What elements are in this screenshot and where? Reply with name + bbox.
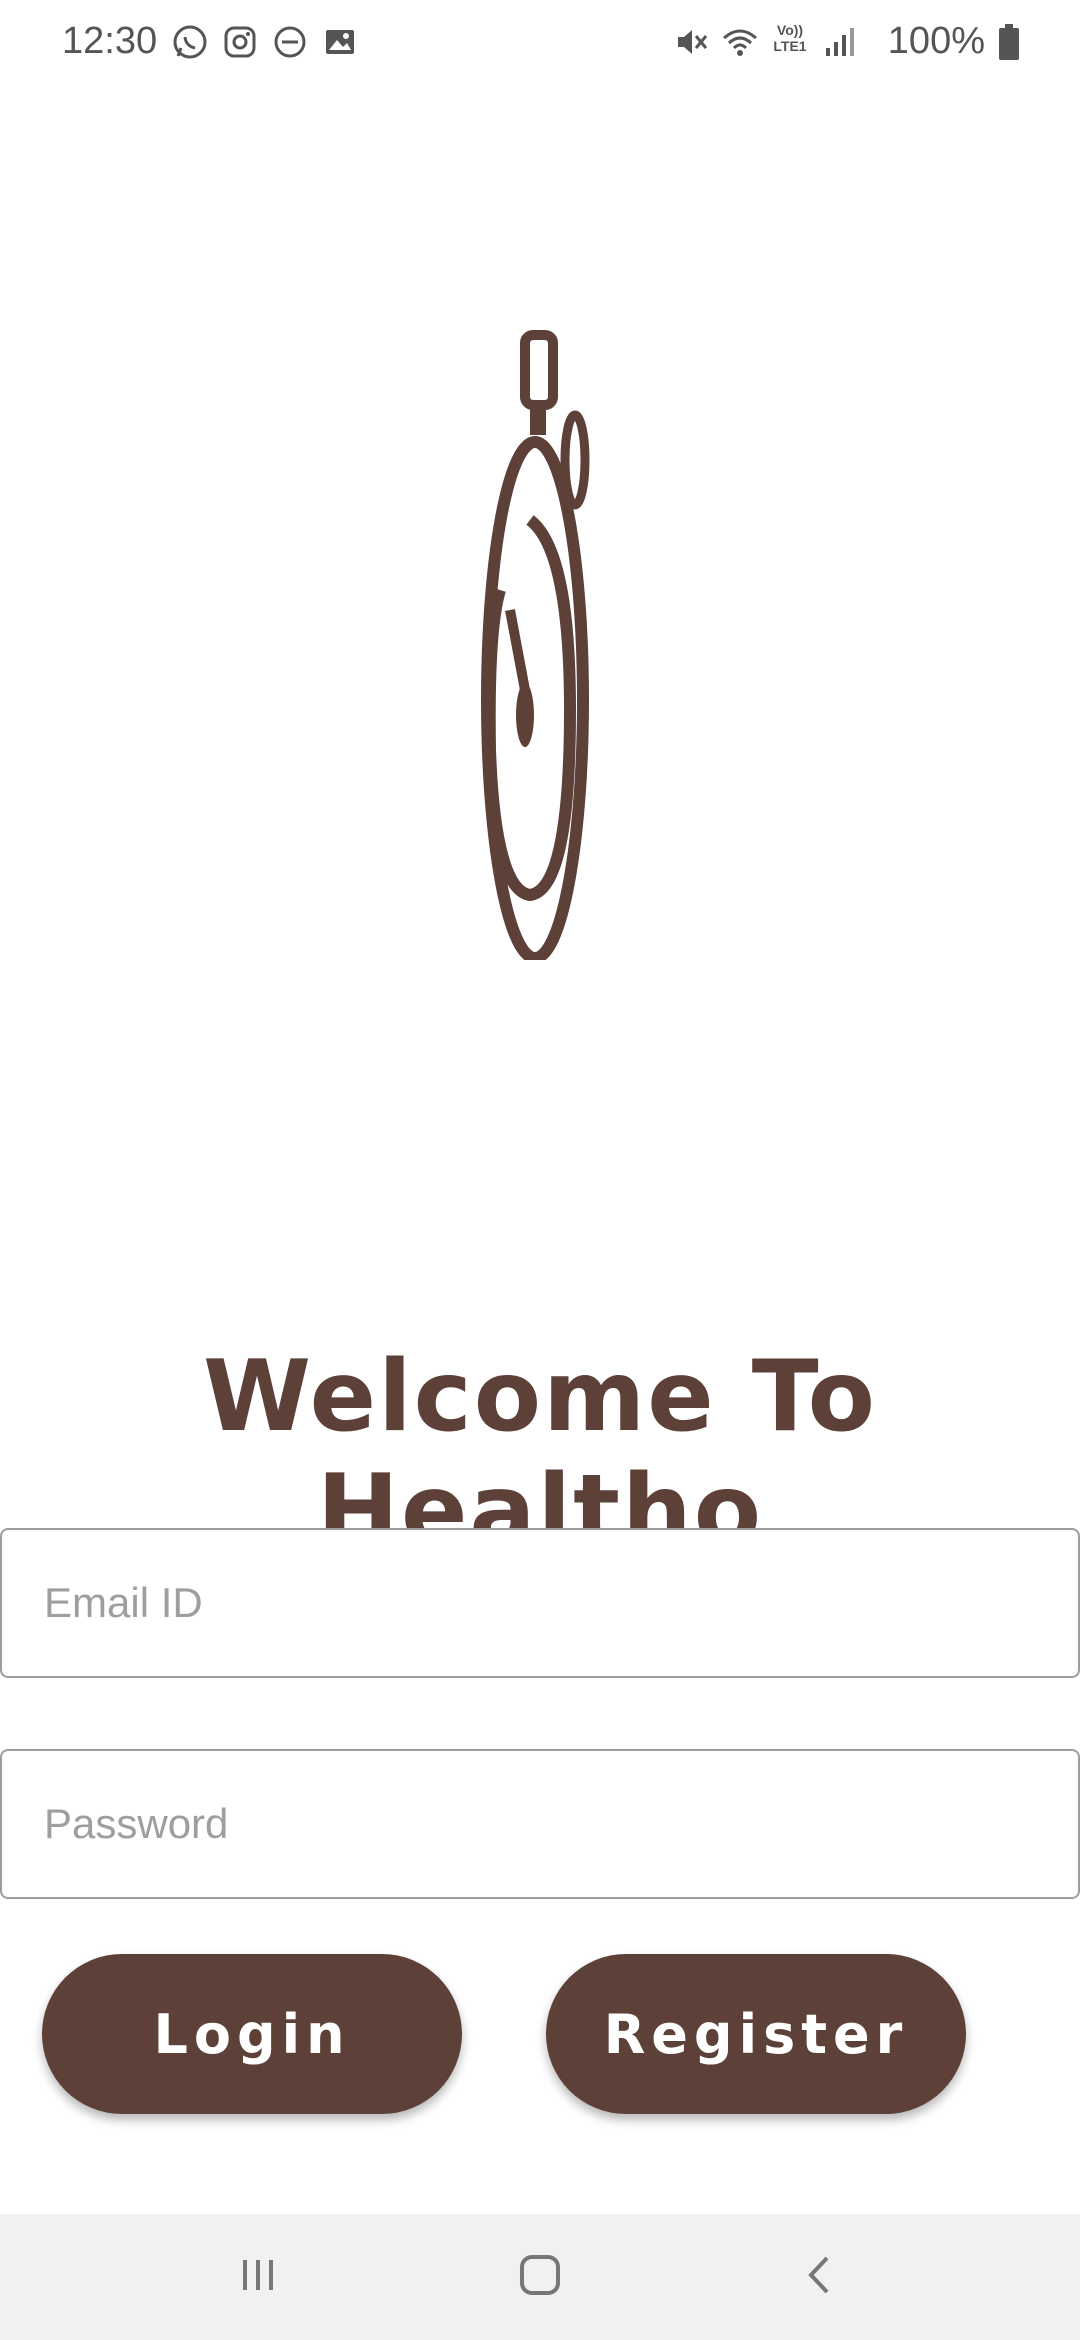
instagram-icon xyxy=(220,22,260,62)
home-button[interactable] xyxy=(480,2214,600,2340)
battery-icon xyxy=(998,24,1020,60)
gallery-icon xyxy=(320,22,360,62)
navigation-bar xyxy=(0,2214,1080,2340)
battery-percentage: 100% xyxy=(887,20,985,62)
password-input[interactable] xyxy=(44,1751,1044,1897)
stopwatch-icon xyxy=(470,330,600,964)
back-button[interactable] xyxy=(760,2214,880,2340)
back-icon xyxy=(795,2250,845,2305)
login-button[interactable]: Login xyxy=(42,1954,462,2114)
mute-icon xyxy=(672,22,712,62)
status-right-icons: Vo)) LTE1 xyxy=(672,22,860,62)
lte-label: LTE1 xyxy=(773,38,807,54)
email-input[interactable] xyxy=(44,1530,1044,1676)
recents-button[interactable] xyxy=(198,2214,318,2340)
do-not-disturb-icon xyxy=(270,22,310,62)
home-icon xyxy=(515,2250,565,2305)
status-left-icons xyxy=(170,22,360,62)
volte-lte-icon: Vo)) LTE1 xyxy=(768,22,812,62)
password-field[interactable] xyxy=(0,1749,1080,1899)
recents-icon xyxy=(233,2250,283,2305)
wifi-icon xyxy=(720,22,760,62)
email-field[interactable] xyxy=(0,1528,1080,1678)
signal-icon xyxy=(820,22,860,62)
status-bar: 12:30 Vo)) LTE1 100% xyxy=(0,0,1080,90)
register-button[interactable]: Register xyxy=(546,1954,966,2114)
volte-label: Vo)) xyxy=(776,22,804,38)
whatsapp-icon xyxy=(170,22,210,62)
status-time: 12:30 xyxy=(62,20,158,62)
